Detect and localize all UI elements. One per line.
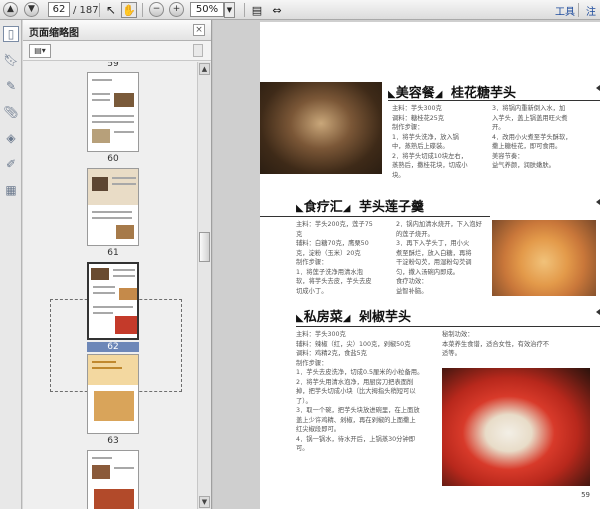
previous-page-button[interactable]: ▲ <box>3 2 18 17</box>
annotate-menu[interactable]: 注 <box>586 3 596 18</box>
thumbnail-label: 62 <box>87 342 139 352</box>
instruction-list: 3．将锅内重新倒入水，加 入芋头，盖上锅盖用旺火煮 开。 4．改用小火煮至芋头酥… <box>492 105 572 169</box>
scrollbar-thumb[interactable] <box>199 232 210 262</box>
thumbnail-page[interactable] <box>87 450 139 509</box>
page-edge-marker <box>596 82 600 94</box>
ingredient-list: 主料：芋头200克，莲子75 克 辅料：白糖70克，鹰栗50 克，淀粉（玉米）2… <box>296 221 373 295</box>
recipe-section: ◣私房菜◢ 剁椒芋头 主料：芋头300克 辅料：辣椒（红，尖）100克，剁椒50… <box>260 300 600 505</box>
zoom-level-input[interactable]: 50% <box>190 2 224 17</box>
thumbnail-page-selected[interactable] <box>87 262 139 340</box>
tools-menu[interactable]: 工具 <box>555 3 575 18</box>
recipe-photo <box>442 368 590 486</box>
zoom-out-button[interactable]: − <box>149 2 164 17</box>
main-toolbar: ▲ ▼ 62 / 187 ↖ ✋ − + 50% ▼ ▤ ⇔ 工具 注 <box>0 0 600 20</box>
page-number: 59 <box>581 491 590 499</box>
attachments-icon[interactable]: 📎︎ <box>3 104 19 120</box>
instruction-list: 2．锅内加清水烧开，下入泡好 的莲子烧开。 3．再下入芋头丁，用小火 煮至酥烂，… <box>396 221 482 295</box>
section-title: ◣食疗汇◢ 芋头莲子羹 <box>296 200 424 215</box>
select-tool-icon[interactable]: ↖ <box>104 2 118 18</box>
zoom-in-button[interactable]: + <box>169 2 184 17</box>
scroll-up-icon[interactable]: ▲ <box>199 63 210 75</box>
fit-page-icon[interactable]: ▤ <box>250 2 264 18</box>
fit-width-icon[interactable]: ⇔ <box>270 2 284 18</box>
section-subtitle: 桂花糖芋头 <box>450 86 516 101</box>
comments-icon[interactable]: ✐ <box>3 156 19 172</box>
toolbar-divider <box>578 3 579 17</box>
toolbar-divider <box>99 3 100 17</box>
section-subtitle: 芋头莲子羹 <box>358 200 424 215</box>
document-viewer[interactable]: ◣美容餐◢ 桂花糖芋头 主料：芋头300克 调料：糖桂花25克 制作步骤： 1．… <box>213 20 600 509</box>
recipe-section: ◣食疗汇◢ 芋头莲子羹 主料：芋头200克，莲子75 克 辅料：白糖70克，鹰栗… <box>260 190 600 300</box>
section-divider <box>260 216 490 217</box>
page-thumbnails-icon[interactable]: ▯ <box>3 26 19 42</box>
scroll-down-icon[interactable]: ▼ <box>199 496 210 508</box>
thumbnail-label: 60 <box>107 154 119 164</box>
options-menu-button[interactable]: ▤▾ <box>29 44 51 58</box>
thumbnails-panel: 页面缩略图 × ▤▾ 59 60 61 62 63 ▲ ▼ <box>23 20 212 509</box>
recipe-section: ◣美容餐◢ 桂花糖芋头 主料：芋头300克 调料：糖桂花25克 制作步骤： 1．… <box>260 52 600 202</box>
panel-title: 页面缩略图 <box>29 28 79 39</box>
section-divider <box>296 326 600 327</box>
thumbnail-scrollbar[interactable]: ▲ ▼ <box>197 62 211 509</box>
bookmarks-icon[interactable]: 🔖︎ <box>3 52 19 68</box>
document-page: ◣美容餐◢ 桂花糖芋头 主料：芋头300克 调料：糖桂花25克 制作步骤： 1．… <box>260 22 600 509</box>
page-total-label: / 187 <box>73 4 99 16</box>
benefit-text: 秘制功效： 本菜养生食谱，适合女性，有效治疗不 适等。 <box>442 331 550 357</box>
thumbnail-label: 61 <box>107 248 119 258</box>
signatures-icon[interactable]: ✎ <box>3 78 19 94</box>
thumbnail-label: 59 <box>107 62 119 69</box>
section-title: ◣私房菜◢ 剁椒芋头 <box>296 310 411 325</box>
toolbar-divider <box>244 3 245 17</box>
next-page-button[interactable]: ▼ <box>24 2 39 17</box>
close-panel-button[interactable]: × <box>193 24 205 36</box>
section-divider <box>388 100 600 101</box>
navigation-rail: ▯ 🔖︎ ✎ 📎︎ ◈ ✐ ▦ <box>0 20 22 509</box>
page-edge-marker <box>596 196 600 208</box>
zoom-dropdown-icon[interactable]: ▼ <box>224 2 235 18</box>
recipe-photo <box>492 220 596 296</box>
page-number-input[interactable]: 62 <box>48 2 70 17</box>
section-subtitle: 剁椒芋头 <box>358 310 411 325</box>
content-icon[interactable]: ▦ <box>3 182 19 198</box>
hand-tool-icon[interactable]: ✋ <box>121 2 137 18</box>
panel-options-bar: ▤▾ <box>23 41 211 61</box>
thumbnail-page[interactable] <box>87 168 139 246</box>
thumbnail-page[interactable] <box>87 72 139 152</box>
toolbar-divider <box>142 3 143 17</box>
thumbnail-list: 59 60 61 62 63 <box>23 62 198 509</box>
ingredient-list: 主料：芋头300克 调料：糖桂花25克 制作步骤： 1．将芋头洗净，放入锅 中，… <box>392 105 468 179</box>
page-edge-marker <box>596 306 600 318</box>
thumbnail-page[interactable] <box>87 354 139 434</box>
panel-header: 页面缩略图 × <box>23 20 211 41</box>
trash-icon[interactable] <box>193 44 203 57</box>
instruction-list: 主料：芋头300克 辅料：辣椒（红，尖）100克，剁椒50克 调料：鸡精2克，食… <box>296 331 424 452</box>
thumbnail-label: 63 <box>107 436 119 446</box>
section-title: ◣美容餐◢ 桂花糖芋头 <box>388 86 516 101</box>
recipe-photo <box>260 82 382 174</box>
layers-icon[interactable]: ◈ <box>3 130 19 146</box>
